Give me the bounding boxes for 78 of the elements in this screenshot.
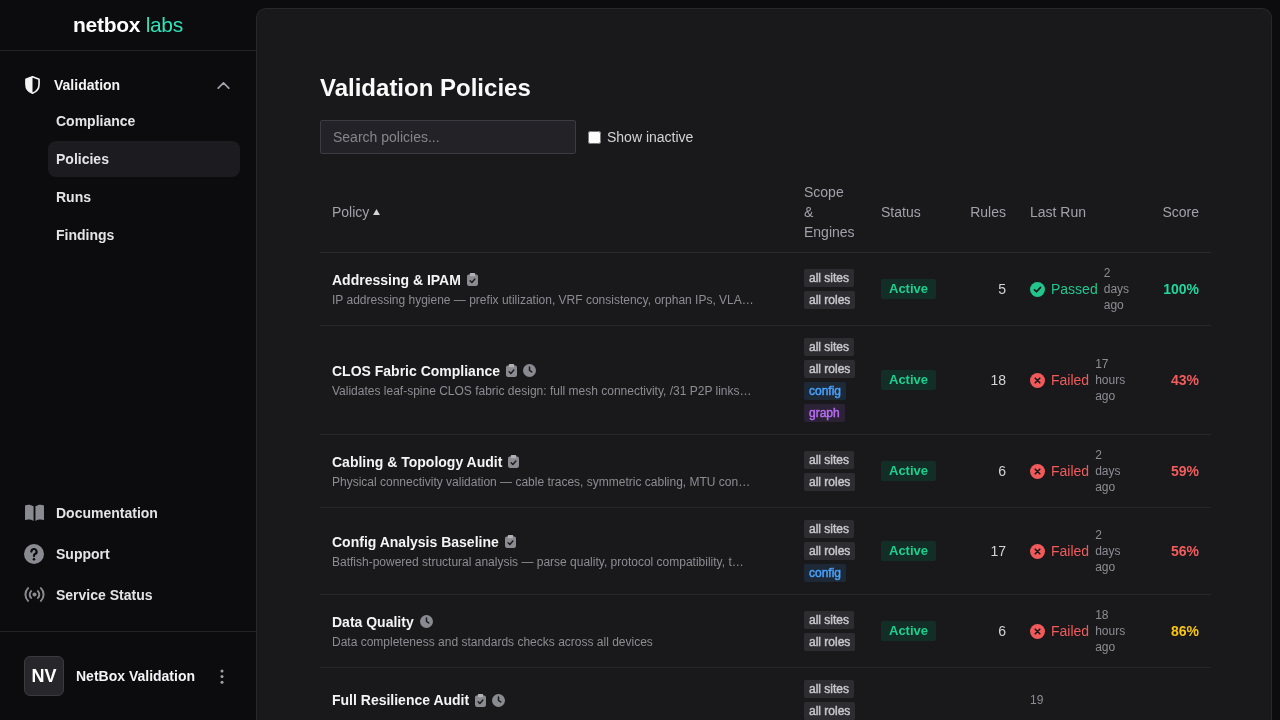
kebab-menu-icon[interactable] bbox=[220, 668, 224, 684]
policy-name[interactable]: Data Quality bbox=[332, 611, 414, 632]
run-time: 18 hours ago bbox=[1095, 607, 1126, 655]
policy-description: Physical connectivity validation — cable traces, symmetric cabling, MTU con… bbox=[332, 473, 751, 491]
scope-tag: all roles bbox=[804, 633, 856, 651]
run-time: 2 days ago bbox=[1095, 447, 1121, 495]
run-result: Failed bbox=[1051, 462, 1090, 481]
status-badge: Active bbox=[881, 279, 937, 299]
user-avatar[interactable]: NV bbox=[24, 656, 64, 696]
score-value: 100% bbox=[1163, 281, 1199, 297]
nav-item[interactable]: Runs bbox=[48, 179, 240, 215]
nav-item[interactable]: Findings bbox=[48, 217, 240, 253]
run-time: 2 days ago bbox=[1103, 265, 1130, 313]
scope-tag: all roles bbox=[804, 291, 856, 309]
rules-count: 17 bbox=[990, 543, 1006, 559]
policy-name[interactable]: Cabling & Topology Audit bbox=[332, 451, 503, 472]
chevron-up-icon[interactable] bbox=[217, 81, 230, 89]
scope-tag: graph bbox=[804, 404, 845, 422]
scope-tag: all roles bbox=[804, 360, 856, 378]
nav-item[interactable]: Policies bbox=[48, 141, 240, 177]
help-icon bbox=[24, 543, 44, 564]
scope-tag: all sites bbox=[804, 338, 854, 356]
policy-name[interactable]: Full Resilience Audit bbox=[332, 690, 470, 710]
policy-description: IP addressing hygiene — prefix utilization, VRF consistency, orphan IPs, VLA… bbox=[332, 291, 754, 309]
policy-description: Data completeness and standards checks across all devices bbox=[332, 633, 653, 651]
nav-item[interactable]: Compliance bbox=[48, 103, 240, 139]
search-field[interactable]: Search policies... bbox=[320, 120, 576, 154]
scope-tag: all sites bbox=[804, 520, 854, 538]
score-value: 86% bbox=[1170, 623, 1199, 639]
sidebar-link[interactable]: Documentation bbox=[56, 504, 158, 521]
policy-description: Batfish-powered structural analysis — parse quality, protocol compatibility, t… bbox=[332, 553, 744, 571]
status-badge: Active bbox=[881, 461, 937, 481]
run-time: 19 bbox=[1030, 692, 1044, 708]
scope-tag: all sites bbox=[804, 611, 854, 629]
scope-tag: all sites bbox=[804, 680, 854, 698]
status-badge: Active bbox=[881, 541, 937, 561]
scope-tag: all sites bbox=[804, 269, 854, 287]
page-title: Validation Policies bbox=[320, 73, 532, 103]
rules-count: 6 bbox=[998, 463, 1006, 479]
run-result: Failed bbox=[1051, 371, 1090, 390]
run-result: Passed bbox=[1051, 280, 1098, 299]
rules-count: 5 bbox=[998, 281, 1006, 297]
sort-ascending-icon[interactable] bbox=[373, 209, 381, 215]
user-name: NetBox Validation bbox=[76, 668, 196, 684]
column-header[interactable]: Scope & Engines bbox=[804, 182, 855, 242]
rules-count: 18 bbox=[990, 372, 1006, 388]
scope-tag: config bbox=[804, 564, 847, 582]
run-result: Failed bbox=[1051, 622, 1090, 641]
scope-tag: all roles bbox=[804, 473, 856, 491]
policy-description: Validates leaf-spine CLOS fabric design: full mesh connectivity, /31 P2P links… bbox=[332, 382, 752, 400]
column-header[interactable]: Policy bbox=[332, 202, 370, 222]
column-header[interactable]: Rules bbox=[970, 202, 1006, 222]
score-value: 43% bbox=[1170, 372, 1199, 388]
score-value: 59% bbox=[1170, 463, 1199, 479]
shield-icon bbox=[25, 76, 40, 94]
scope-tag: all roles bbox=[804, 702, 856, 720]
book-icon bbox=[24, 503, 45, 522]
logo[interactable]: netbox labs bbox=[73, 12, 183, 38]
scope-tag: all roles bbox=[804, 542, 856, 560]
status-badge: Active bbox=[881, 370, 937, 390]
column-header[interactable]: Last Run bbox=[1030, 202, 1087, 222]
run-time: 2 days ago bbox=[1095, 527, 1121, 575]
rules-count: 6 bbox=[998, 623, 1006, 639]
sidebar-link[interactable]: Service Status bbox=[56, 586, 153, 603]
status-badge: Active bbox=[881, 621, 937, 641]
nav-group-label[interactable]: Validation bbox=[54, 77, 121, 93]
column-header[interactable]: Status bbox=[881, 202, 921, 222]
scope-tag: config bbox=[804, 382, 847, 400]
score-value: 56% bbox=[1170, 543, 1199, 559]
sidebar-link[interactable]: Support bbox=[56, 545, 110, 562]
policy-name[interactable]: Config Analysis Baseline bbox=[332, 531, 499, 552]
broadcast-icon bbox=[24, 587, 45, 602]
run-result: Failed bbox=[1051, 542, 1090, 561]
run-time: 17 hours ago bbox=[1095, 356, 1126, 404]
policy-name[interactable]: CLOS Fabric Compliance bbox=[332, 360, 501, 381]
scope-tag: all sites bbox=[804, 451, 854, 469]
column-header[interactable]: Score bbox=[1162, 202, 1199, 222]
policy-name[interactable]: Addressing & IPAM bbox=[332, 269, 461, 290]
